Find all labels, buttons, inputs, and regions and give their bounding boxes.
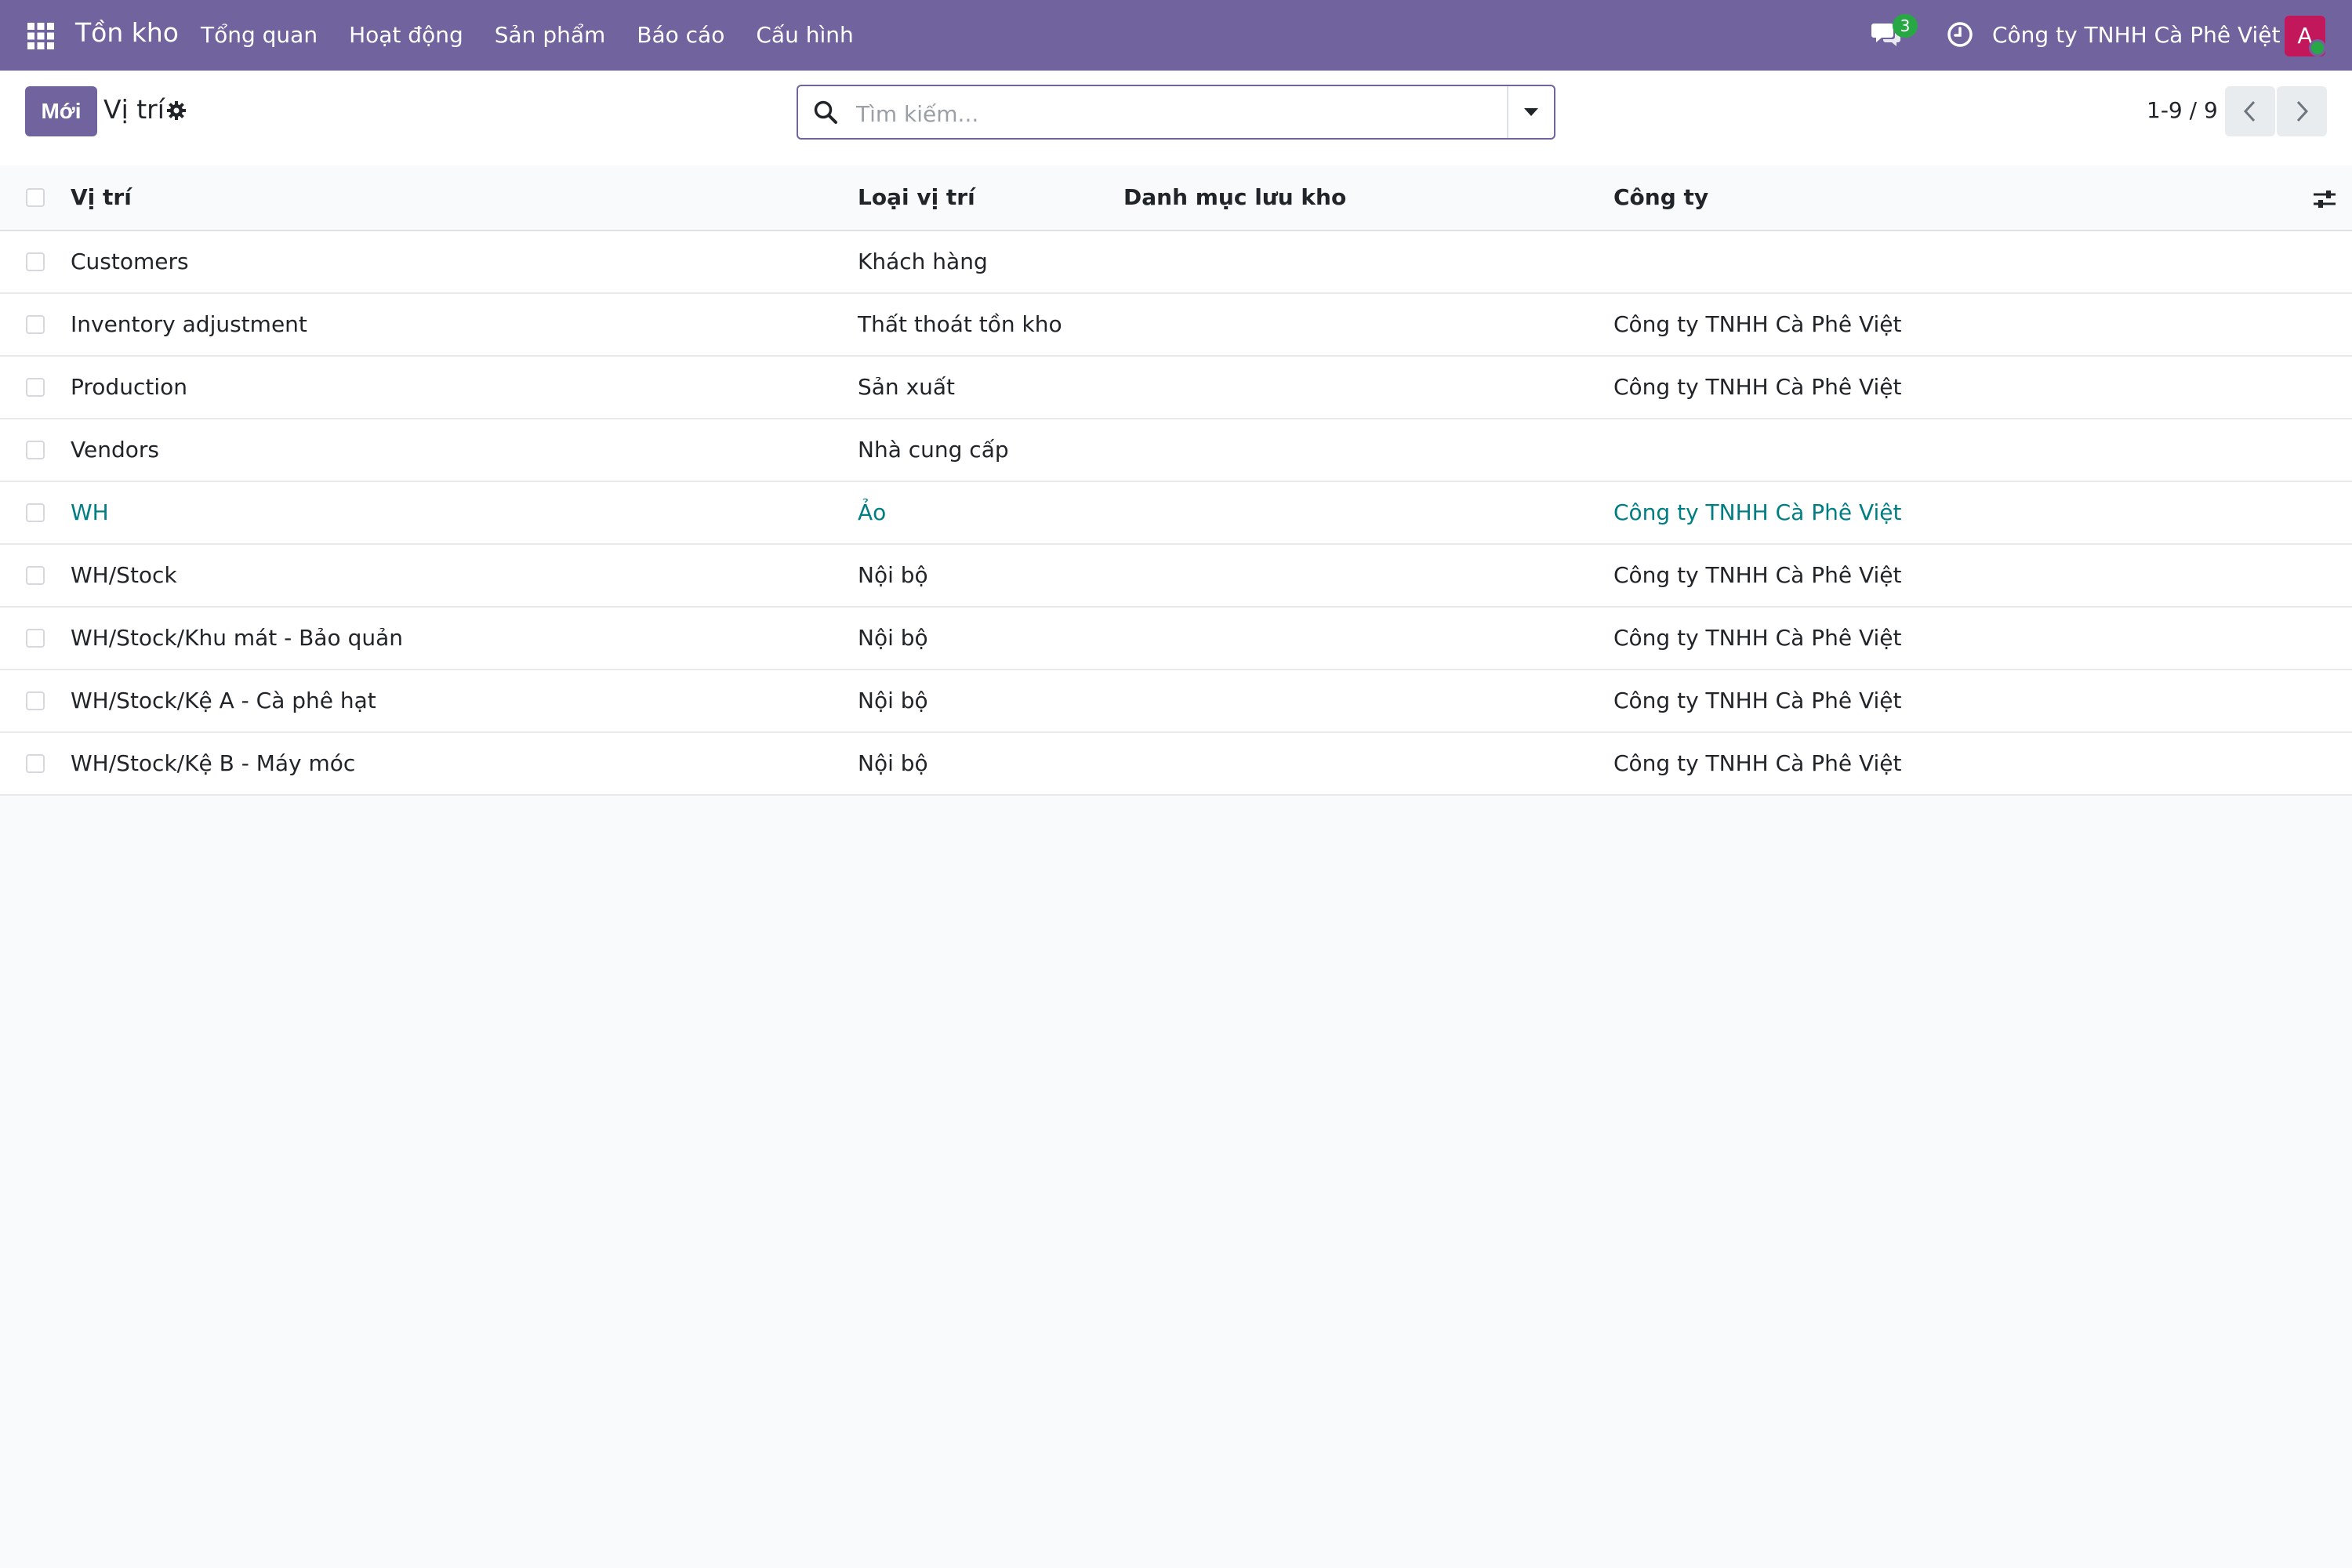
cell-location: WH: [71, 499, 109, 525]
search-bar: [797, 85, 1555, 140]
column-header-location[interactable]: Vị trí: [71, 184, 132, 210]
chevron-right-icon: [2296, 100, 2309, 122]
column-header-company[interactable]: Công ty: [1613, 184, 1708, 210]
pager-value[interactable]: 1-9 / 9: [2147, 97, 2218, 123]
column-header-location-type[interactable]: Loại vị trí: [858, 184, 975, 210]
cell-company: Công ty TNHH Cà Phê Việt: [1613, 311, 1902, 337]
new-button[interactable]: Mới: [25, 86, 97, 136]
cell-location: Production: [71, 374, 187, 400]
cell-location: WH/Stock: [71, 562, 177, 588]
cell-location-type: Ảo: [858, 499, 887, 525]
search-input[interactable]: [855, 96, 1516, 132]
top-navbar: Tồn kho Tổng quan Hoạt động Sản phẩm Báo…: [0, 0, 2352, 71]
company-switcher[interactable]: Công ty TNHH Cà Phê Việt: [1992, 22, 2281, 48]
menu-item-overview[interactable]: Tổng quan: [201, 22, 318, 48]
search-options-toggle[interactable]: [1507, 86, 1554, 138]
menu-item-operations[interactable]: Hoạt động: [349, 22, 463, 48]
row-checkbox[interactable]: [26, 441, 45, 459]
apps-grid-icon[interactable]: [27, 22, 55, 50]
pager-next-button[interactable]: [2277, 86, 2327, 136]
row-checkbox[interactable]: [26, 315, 45, 334]
locations-table: Vị trí Loại vị trí Danh mục lưu kho Công…: [0, 165, 2352, 796]
menu-item-reporting[interactable]: Báo cáo: [637, 22, 724, 48]
row-checkbox[interactable]: [26, 691, 45, 710]
online-status-dot: [2309, 39, 2326, 56]
cell-location-type: Nội bộ: [858, 750, 928, 776]
cell-location: WH/Stock/Kệ B - Máy móc: [71, 750, 356, 776]
table-row[interactable]: WH/Stock Nội bộ Công ty TNHH Cà Phê Việt: [0, 545, 2352, 608]
gear-icon[interactable]: [166, 100, 187, 121]
page-title: Vị trí: [103, 94, 165, 125]
cell-company: Công ty TNHH Cà Phê Việt: [1613, 688, 1902, 713]
cell-location: Inventory adjustment: [71, 311, 307, 337]
main-menu: Tổng quan Hoạt động Sản phẩm Báo cáo Cấu…: [201, 22, 854, 48]
clock-icon[interactable]: [1946, 20, 1974, 49]
table-row[interactable]: Production Sản xuất Công ty TNHH Cà Phê …: [0, 357, 2352, 419]
cell-location-type: Sản xuất: [858, 374, 956, 400]
select-all-checkbox[interactable]: [26, 188, 45, 207]
cell-location-type: Nội bộ: [858, 562, 928, 588]
search-icon: [814, 100, 837, 124]
pager-previous-button[interactable]: [2225, 86, 2275, 136]
cell-location-type: Thất thoát tồn kho: [858, 311, 1062, 337]
cell-company: Công ty TNHH Cà Phê Việt: [1613, 499, 1902, 525]
cell-location-type: Nội bộ: [858, 688, 928, 713]
cell-location: WH/Stock/Kệ A - Cà phê hạt: [71, 688, 376, 713]
table-row[interactable]: Vendors Nhà cung cấp: [0, 419, 2352, 482]
message-count-badge: 3: [1893, 14, 1918, 38]
table-row[interactable]: Customers Khách hàng: [0, 231, 2352, 294]
column-header-storage-category[interactable]: Danh mục lưu kho: [1123, 184, 1346, 210]
table-row[interactable]: WH/Stock/Kệ B - Máy móc Nội bộ Công ty T…: [0, 733, 2352, 796]
table-row[interactable]: WH/Stock/Khu mát - Bảo quản Nội bộ Công …: [0, 608, 2352, 670]
cell-location-type: Khách hàng: [858, 249, 988, 274]
menu-item-configuration[interactable]: Cấu hình: [756, 22, 853, 48]
table-row[interactable]: Inventory adjustment Thất thoát tồn kho …: [0, 294, 2352, 357]
cell-company: Công ty TNHH Cà Phê Việt: [1613, 625, 1902, 651]
table-row[interactable]: WH Ảo Công ty TNHH Cà Phê Việt: [0, 482, 2352, 545]
menu-item-products[interactable]: Sản phẩm: [495, 22, 606, 48]
column-settings-icon[interactable]: [2311, 186, 2338, 212]
cell-location-type: Nhà cung cấp: [858, 437, 1009, 463]
cell-location-type: Nội bộ: [858, 625, 928, 651]
cell-location: WH/Stock/Khu mát - Bảo quản: [71, 625, 403, 651]
cell-company: Công ty TNHH Cà Phê Việt: [1613, 374, 1902, 400]
cell-company: Công ty TNHH Cà Phê Việt: [1613, 562, 1902, 588]
row-checkbox[interactable]: [26, 252, 45, 271]
row-checkbox[interactable]: [26, 503, 45, 522]
row-checkbox[interactable]: [26, 378, 45, 397]
row-checkbox[interactable]: [26, 566, 45, 585]
control-panel: Mới Vị trí 1-9 / 9: [0, 71, 2352, 167]
row-checkbox[interactable]: [26, 629, 45, 648]
table-header: Vị trí Loại vị trí Danh mục lưu kho Công…: [0, 165, 2352, 231]
cell-location: Customers: [71, 249, 189, 274]
caret-down-icon: [1524, 108, 1538, 116]
row-checkbox[interactable]: [26, 754, 45, 773]
cell-company: Công ty TNHH Cà Phê Việt: [1613, 750, 1902, 776]
chevron-left-icon: [2243, 100, 2256, 122]
table-row[interactable]: WH/Stock/Kệ A - Cà phê hạt Nội bộ Công t…: [0, 670, 2352, 733]
cell-location: Vendors: [71, 437, 159, 463]
app-title[interactable]: Tồn kho: [75, 17, 179, 48]
